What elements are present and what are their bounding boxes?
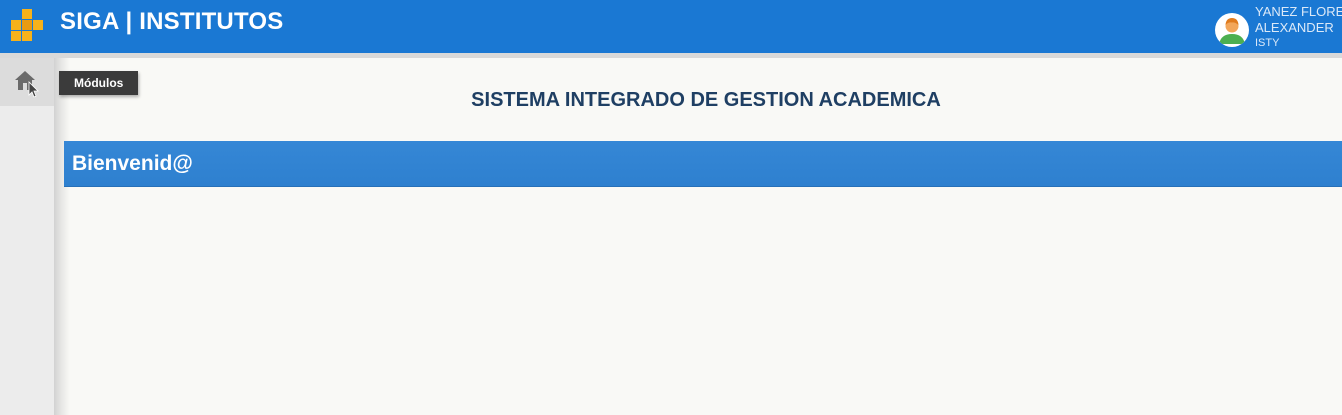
user-name-line1: YANEZ FLORES xyxy=(1255,4,1342,19)
user-info[interactable]: YANEZ FLORES ALEXANDER ISTY xyxy=(1255,4,1342,50)
sidebar xyxy=(0,58,54,415)
top-bar: SIGA | INSTITUTOS YANEZ FLORES ALEXANDER… xyxy=(0,0,1342,53)
user-institute: ISTY xyxy=(1255,37,1280,49)
sidebar-shadow xyxy=(54,58,70,415)
header-divider xyxy=(0,53,1342,58)
logo-icon[interactable] xyxy=(10,8,44,42)
home-icon xyxy=(15,71,39,98)
welcome-heading: Bienvenid@ xyxy=(72,152,193,175)
user-name-line2: ALEXANDER xyxy=(1255,20,1334,35)
user-avatar-icon[interactable] xyxy=(1215,13,1249,47)
modules-home-button[interactable] xyxy=(0,58,54,106)
system-title: SISTEMA INTEGRADO DE GESTION ACADEMICA xyxy=(471,89,941,111)
welcome-panel: Bienvenid@ xyxy=(64,141,1342,187)
app-title[interactable]: SIGA | INSTITUTOS xyxy=(60,8,283,36)
